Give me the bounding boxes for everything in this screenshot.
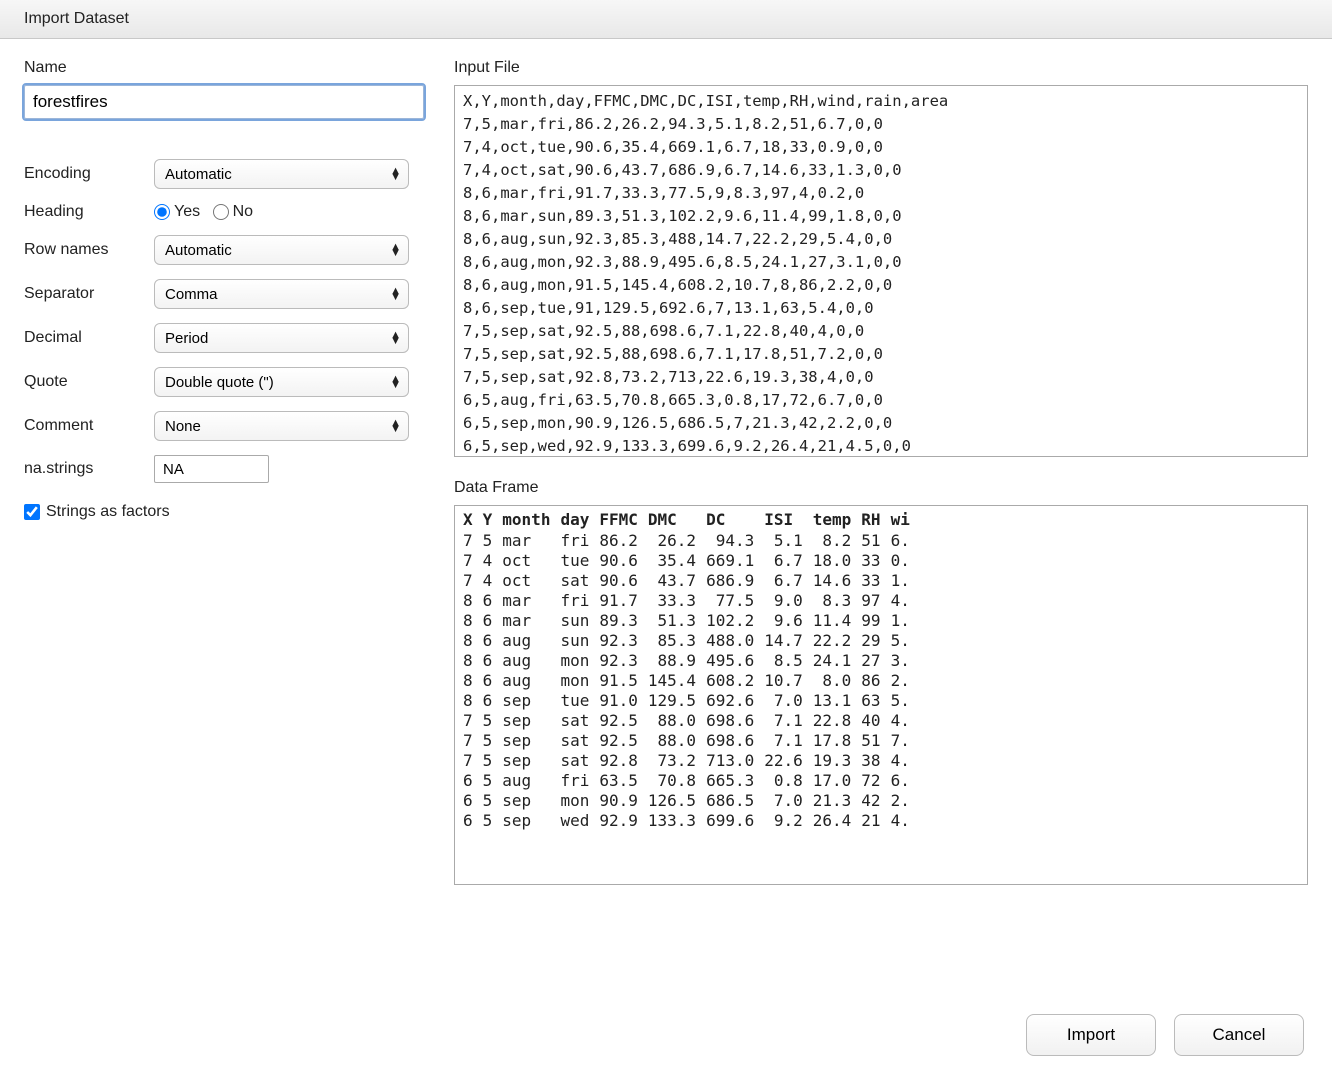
table-header: Y xyxy=(483,510,503,531)
table-row: 65augfri63.570.8665.30.817.0726. xyxy=(463,771,920,791)
table-row: 74octtue90.635.4669.16.718.0330. xyxy=(463,551,920,571)
dataframe-preview: XYmonthdayFFMCDMCDCISItempRHwi75marfri86… xyxy=(454,505,1308,885)
window-title: Import Dataset xyxy=(0,0,1332,39)
input-file-label: Input File xyxy=(454,59,1308,77)
decimal-label: Decimal xyxy=(24,329,154,347)
table-header: DMC xyxy=(648,510,706,531)
table-row: 86augmon91.5145.4608.210.78.0862. xyxy=(463,671,920,691)
nastrings-label: na.strings xyxy=(24,460,154,478)
comment-label: Comment xyxy=(24,417,154,435)
table-header: wi xyxy=(891,510,920,531)
quote-select[interactable]: Double quote (") xyxy=(154,367,409,397)
name-input[interactable] xyxy=(24,85,424,119)
table-row: 75sepsat92.588.0698.67.117.8517. xyxy=(463,731,920,751)
table-row: 65sepwed92.9133.3699.69.226.4214. xyxy=(463,811,920,831)
table-row: 86marfri91.733.377.59.08.3974. xyxy=(463,591,920,611)
heading-no-label: No xyxy=(233,203,253,221)
decimal-select[interactable]: Period xyxy=(154,323,409,353)
quote-label: Quote xyxy=(24,373,154,391)
heading-label: Heading xyxy=(24,203,154,221)
table-row: 74octsat90.643.7686.96.714.6331. xyxy=(463,571,920,591)
encoding-select[interactable]: Automatic xyxy=(154,159,409,189)
table-row: 75sepsat92.873.2713.022.619.3384. xyxy=(463,751,920,771)
table-header: day xyxy=(560,510,599,531)
table-header: FFMC xyxy=(599,510,648,531)
encoding-label: Encoding xyxy=(24,165,154,183)
separator-select[interactable]: Comma xyxy=(154,279,409,309)
rownames-select[interactable]: Automatic xyxy=(154,235,409,265)
table-row: 86marsun89.351.3102.29.611.4991. xyxy=(463,611,920,631)
nastrings-input[interactable] xyxy=(154,455,269,483)
table-row: 86septue91.0129.5692.67.013.1635. xyxy=(463,691,920,711)
preview-pane: Input File X,Y,month,day,FFMC,DMC,DC,ISI… xyxy=(454,59,1308,885)
comment-select[interactable]: None xyxy=(154,411,409,441)
cancel-button[interactable]: Cancel xyxy=(1174,1014,1304,1056)
rownames-label: Row names xyxy=(24,241,154,259)
table-row: 75marfri86.226.294.35.18.2516. xyxy=(463,531,920,551)
table-header: X xyxy=(463,510,483,531)
table-header: temp xyxy=(813,510,862,531)
table-header: ISI xyxy=(764,510,813,531)
options-pane: Name Encoding Automatic ▲▼ Heading Yes N… xyxy=(24,59,434,885)
strings-as-factors-label: Strings as factors xyxy=(46,503,170,521)
input-file-preview: X,Y,month,day,FFMC,DMC,DC,ISI,temp,RH,wi… xyxy=(454,85,1308,457)
table-header: month xyxy=(502,510,560,531)
name-label: Name xyxy=(24,59,434,77)
table-row: 75sepsat92.588.0698.67.122.8404. xyxy=(463,711,920,731)
table-row: 86augsun92.385.3488.014.722.2295. xyxy=(463,631,920,651)
heading-yes-radio[interactable] xyxy=(154,204,170,220)
dialog-footer: Import Cancel xyxy=(1026,1014,1304,1056)
dataframe-table: XYmonthdayFFMCDMCDCISItempRHwi75marfri86… xyxy=(463,510,920,831)
table-row: 65sepmon90.9126.5686.57.021.3422. xyxy=(463,791,920,811)
table-header: DC xyxy=(706,510,764,531)
heading-yes-label: Yes xyxy=(174,203,200,221)
import-button[interactable]: Import xyxy=(1026,1014,1156,1056)
table-header: RH xyxy=(861,510,890,531)
strings-as-factors-checkbox[interactable] xyxy=(24,504,40,520)
table-row: 86augmon92.388.9495.68.524.1273. xyxy=(463,651,920,671)
dataframe-label: Data Frame xyxy=(454,479,1308,497)
heading-no-radio[interactable] xyxy=(213,204,229,220)
separator-label: Separator xyxy=(24,285,154,303)
